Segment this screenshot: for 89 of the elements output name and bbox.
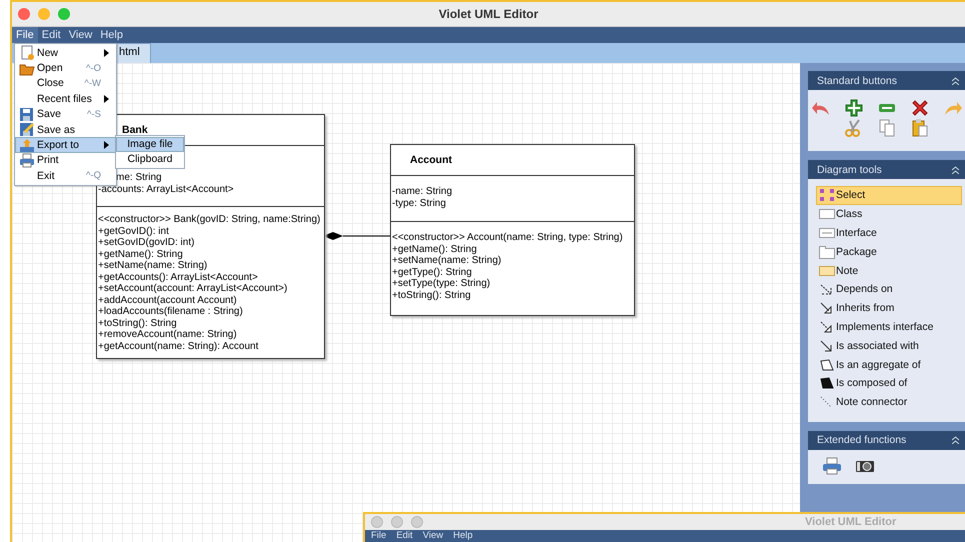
close-button[interactable] [18, 8, 30, 20]
diagram-tab[interactable]: html [116, 43, 151, 63]
composition-icon [819, 376, 835, 390]
close-icon[interactable] [910, 98, 930, 118]
aggregation-icon [819, 358, 835, 372]
shortcut-label: ^-W [84, 78, 101, 89]
menu-item[interactable]: View [64, 27, 96, 43]
method-text: +getAccounts(): ArrayList<Account> [98, 272, 259, 283]
tool-item[interactable]: Is associated with [816, 336, 962, 356]
collapse-icon [952, 166, 959, 174]
shortcut-label: ^-O [86, 62, 101, 74]
attribute-text: -accounts: ArrayList<Account> [98, 184, 235, 195]
method-text: +setName(name: String) [392, 255, 502, 266]
plus-icon[interactable] [844, 98, 864, 118]
selection-icon [819, 188, 835, 202]
menu-item[interactable]: File [12, 27, 38, 43]
menu-item[interactable]: File [371, 530, 386, 542]
tool-item[interactable]: Inherits from [816, 298, 962, 318]
method-text: +addAccount(account Account) [98, 294, 238, 306]
paste-icon[interactable] [910, 118, 930, 138]
method-text: +getAccount(name: String): Account [98, 340, 260, 352]
method-text: +toString(): String [98, 318, 178, 329]
tool-item[interactable]: Select [816, 186, 962, 205]
tool-item[interactable]: Class [816, 204, 962, 224]
menu-item[interactable]: Save as [15, 122, 116, 138]
tool-item[interactable]: Is an aggregate of [816, 355, 962, 374]
class-name: Bank [122, 124, 148, 136]
attribute-text: -name: String [392, 186, 454, 198]
menu-item[interactable]: New [15, 45, 116, 60]
menu-item[interactable]: Edit [396, 530, 413, 542]
method-text: +setAccount(account: ArrayList<Account>) [98, 283, 288, 294]
menu-item[interactable]: Help [96, 27, 127, 43]
method-text: +setType(type: String) [392, 278, 492, 290]
shortcut-label: ^-S [87, 108, 101, 120]
copy-icon[interactable] [876, 118, 896, 138]
tool-item[interactable]: Depends on [816, 280, 962, 299]
method-text: +toString(): String [392, 290, 472, 301]
window-title: Violet UML Editor [805, 516, 896, 528]
zoom-button[interactable] [58, 8, 70, 20]
tool-item[interactable]: Implements interface [816, 318, 962, 336]
tool-item[interactable]: Note connector [816, 392, 962, 412]
tool-item[interactable]: Is composed of [816, 374, 962, 393]
floppy-pencil-icon [19, 122, 35, 138]
method-text: +getGovID(): int [98, 226, 170, 237]
method-text: +removeAccount(name: String) [98, 329, 238, 340]
minimize-button[interactable] [38, 8, 50, 20]
attribute-text: -type: String [392, 198, 447, 209]
package-icon [819, 244, 835, 259]
close-button[interactable] [371, 516, 383, 528]
method-text: <<constructor>> Account(name: String, type: String) [392, 232, 624, 244]
printer-icon[interactable] [822, 456, 842, 476]
method-text: +getName(): String [98, 248, 184, 260]
window-title: Violet UML Editor [438, 7, 538, 21]
panel-header[interactable]: Extended functions [808, 430, 965, 450]
menu-item[interactable]: Print [15, 152, 116, 168]
menu-item[interactable]: View [422, 530, 444, 542]
tool-item[interactable]: Note [816, 261, 962, 280]
menu-item[interactable]: Save ^-S [15, 106, 116, 122]
method-text: +loadAccounts(filename : String) [98, 306, 244, 318]
menu-item[interactable]: Export to [15, 137, 116, 153]
method-text: +getName(): String [392, 244, 478, 255]
shortcut-label: ^-Q [86, 170, 101, 182]
method-text: +getType(): String [392, 266, 473, 278]
method-text: +setName(name: String) [98, 260, 208, 272]
class-name: Account [410, 154, 452, 166]
method-text: <<constructor>> Bank(govID: String, name:String) [98, 214, 322, 226]
collapse-icon [952, 436, 959, 444]
composition-connector [323, 232, 390, 240]
menu-item[interactable]: Close ^-W [15, 76, 116, 92]
menu-item[interactable]: Recent files [15, 91, 116, 107]
tool-item[interactable]: Package [816, 242, 962, 262]
zoom-button[interactable] [411, 516, 423, 528]
class-icon [819, 207, 835, 222]
menu-item[interactable]: Help [453, 530, 473, 542]
interface-icon [819, 226, 835, 240]
export-icon [19, 138, 35, 153]
menu-item[interactable]: Exit ^-Q [15, 168, 116, 184]
collapse-icon [952, 76, 959, 84]
panel-header[interactable]: Standard buttons [808, 71, 965, 90]
menu-item[interactable]: Clipboard [116, 152, 184, 167]
minimize-button[interactable] [391, 516, 403, 528]
printer-icon [19, 152, 35, 168]
menu-item[interactable]: Edit [38, 27, 65, 43]
tool-item[interactable]: Interface [816, 224, 962, 242]
menu-item[interactable]: Image file [116, 137, 184, 152]
method-text: +setGovID(govID: int) [98, 237, 196, 248]
note-icon [819, 264, 835, 278]
panel-header[interactable]: Diagram tools [808, 160, 965, 179]
menu-item[interactable]: Open ^-O [15, 60, 116, 76]
